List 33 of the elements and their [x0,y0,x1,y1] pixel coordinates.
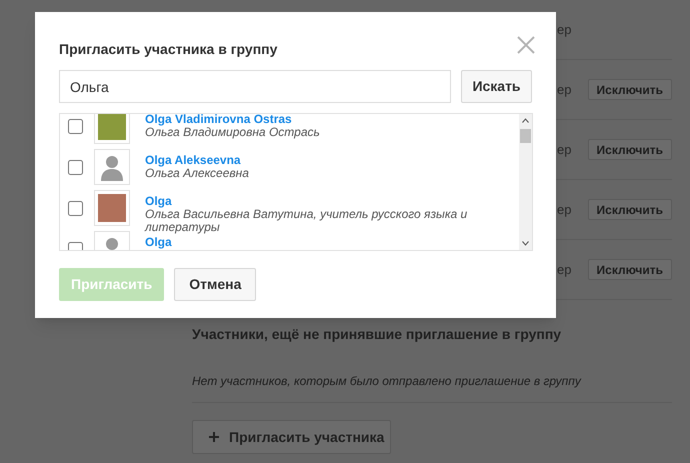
user-full-name: Ольга Алексеевна [145,167,250,180]
invite-member-button[interactable]: Пригласить участника [192,420,391,454]
member-role: ер [557,260,572,279]
select-checkbox[interactable] [68,201,83,216]
member-role: ер [557,200,572,219]
cancel-button[interactable]: Отмена [174,268,256,301]
member-role: ер [557,80,572,99]
member-role: ер [557,140,572,159]
user-name-link[interactable]: Olga Alekseevna [145,153,507,167]
exclude-button[interactable]: Исключить [588,139,672,160]
exclude-button[interactable]: Исключить [588,199,672,220]
empty-message: Нет участников, которым было отправлено приглашение в группу [192,372,672,403]
user-full-name: Ольга Васильевна Ватутина, учитель русского языка и литературы [145,208,468,234]
search-button[interactable]: Искать [461,70,532,103]
search-field[interactable]: Ольга [59,70,451,103]
member-role: ер [557,20,572,39]
user-name-link[interactable]: Olga [145,235,507,249]
select-checkbox[interactable] [68,160,83,175]
exclude-button[interactable]: Исключить [588,79,672,100]
plus-icon [209,432,219,442]
scrollbar[interactable] [519,114,532,250]
user-name-link[interactable]: Olga [145,194,507,208]
user-full-name: Ольга Владимировна Острась [145,126,321,139]
section-heading: Участники, ещё не принявшие приглашение в группу [192,325,562,344]
select-checkbox[interactable] [68,119,83,134]
scrollbar-thumb[interactable] [520,129,531,143]
scroll-down-icon[interactable] [522,241,529,246]
photo-placeholder [94,190,130,226]
scroll-up-icon[interactable] [522,118,529,123]
user-name-link[interactable]: Olga Vladimirovna Ostras [145,114,507,126]
avatar-silhouette-icon [94,149,130,185]
exclude-button[interactable]: Исключить [588,259,672,280]
dialog-title: Пригласить участника в группу [59,40,278,59]
